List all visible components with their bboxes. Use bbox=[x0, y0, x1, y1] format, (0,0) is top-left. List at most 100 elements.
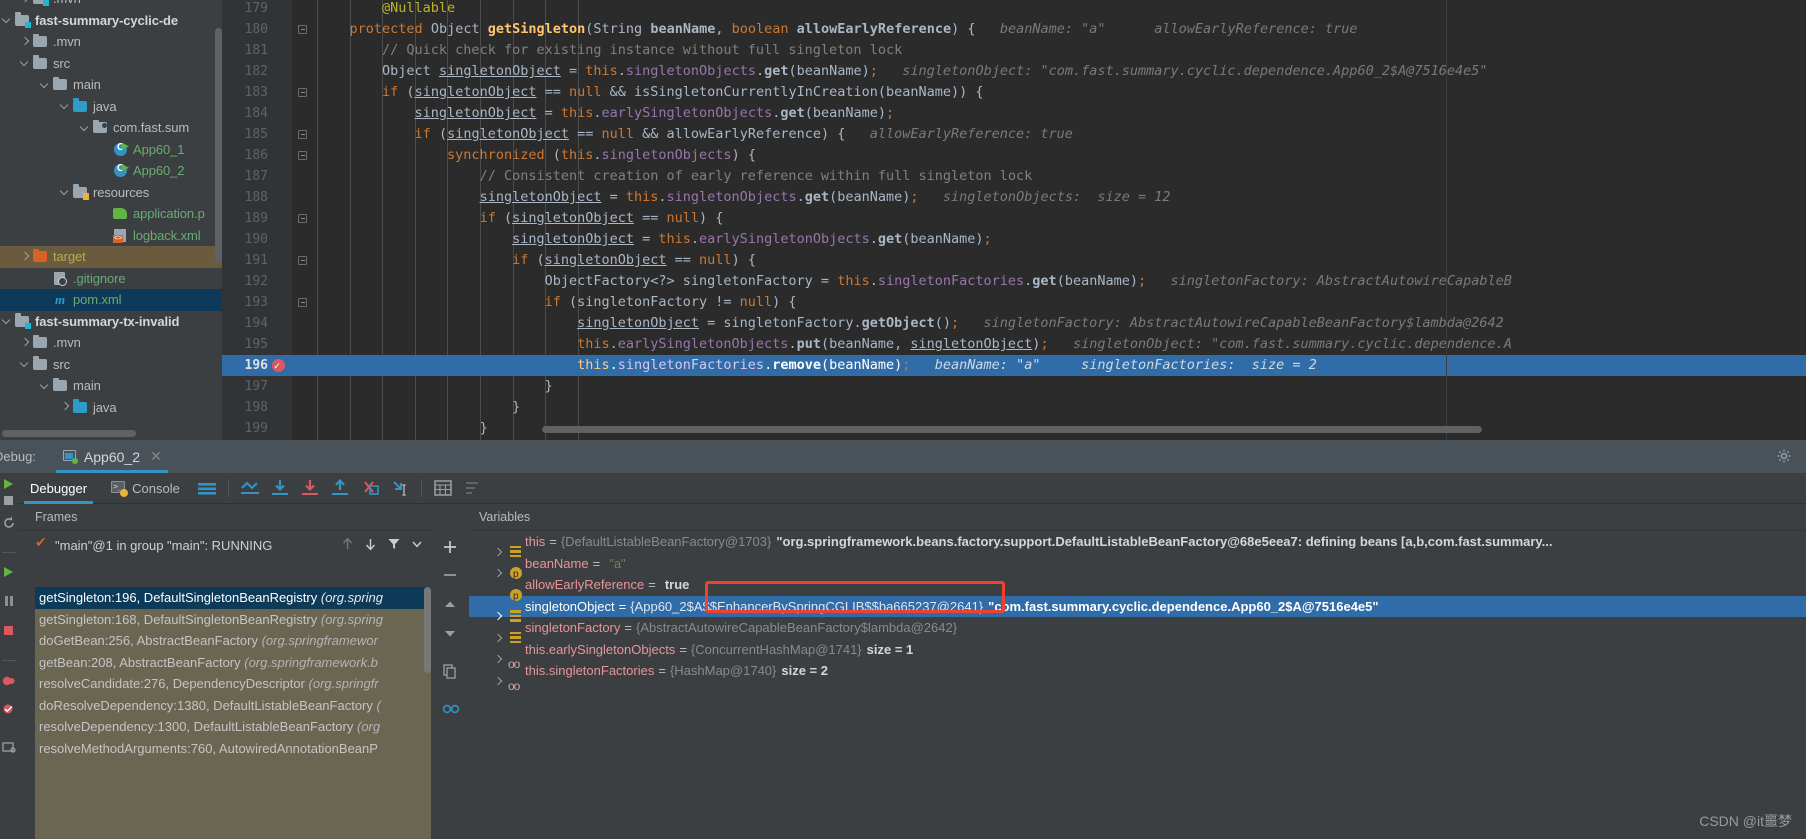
pause-program-icon[interactable] bbox=[1, 593, 17, 609]
frame-row[interactable]: getBean:208, AbstractBeanFactory (org.sp… bbox=[35, 652, 431, 674]
variable-row[interactable]: allowEarlyReference= true bbox=[469, 574, 1806, 607]
gear-icon[interactable] bbox=[1776, 448, 1792, 464]
frame-row[interactable]: resolveDependency:1300, DefaultListableB… bbox=[35, 716, 431, 738]
code-lines[interactable]: 179 @Nullable 180 protected Object getSin… bbox=[222, 0, 1806, 438]
code-line-192[interactable]: 192 ObjectFactory<?> singletonFactory = … bbox=[222, 271, 1806, 292]
move-down-icon[interactable] bbox=[364, 537, 377, 554]
chevron-right-icon[interactable] bbox=[18, 250, 32, 264]
tree-row-src[interactable]: src bbox=[0, 354, 222, 376]
tree-row-app60-1[interactable]: App60_1 bbox=[0, 139, 222, 161]
rerun-icon[interactable] bbox=[1, 477, 17, 493]
chevron-down-icon[interactable] bbox=[38, 78, 52, 92]
step-out-icon[interactable] bbox=[327, 475, 353, 501]
tree-row--mvn[interactable]: .mvn bbox=[0, 31, 222, 53]
code-line-182[interactable]: 182 Object singletonObject = this.single… bbox=[222, 61, 1806, 82]
watch-down-icon[interactable] bbox=[441, 624, 459, 642]
project-tree-horizontal-scrollbar[interactable] bbox=[2, 430, 136, 437]
code-line-180[interactable]: 180 protected Object getSingleton(String… bbox=[222, 19, 1806, 40]
frame-row[interactable]: resolveCandidate:276, DependencyDescript… bbox=[35, 673, 431, 695]
close-icon[interactable]: ✕ bbox=[150, 448, 162, 465]
tree-row-logback-xml[interactable]: logback.xml bbox=[0, 225, 222, 247]
code-line-196[interactable]: 196 this.singletonFactories.remove(beanN… bbox=[222, 355, 1806, 377]
tree-row-resources[interactable]: resources bbox=[0, 182, 222, 204]
step-into-icon[interactable] bbox=[297, 475, 323, 501]
tree-row-src[interactable]: src bbox=[0, 53, 222, 75]
variable-row[interactable]: this = {DefaultListableBeanFactory@1703} "o… bbox=[469, 531, 1806, 558]
frame-row[interactable]: getSingleton:196, DefaultSingletonBeanRe… bbox=[35, 587, 431, 609]
frame-row[interactable]: getSingleton:168, DefaultSingletonBeanRe… bbox=[35, 609, 431, 631]
code-line-197[interactable]: 197 } bbox=[222, 376, 1806, 397]
tree-row--gitignore[interactable]: .gitignore bbox=[0, 268, 222, 290]
variables-toolbar-column[interactable] bbox=[431, 504, 469, 839]
code-line-184[interactable]: 184 singletonObject = this.earlySingleto… bbox=[222, 103, 1806, 124]
chevron-right-icon[interactable] bbox=[18, 0, 32, 6]
fold-marker-icon[interactable] bbox=[298, 214, 307, 223]
variable-row[interactable]: oo this.earlySingletonObjects = {Concurrent… bbox=[469, 639, 1806, 672]
debug-run-controls-rail[interactable] bbox=[0, 473, 18, 839]
tree-row-app60-2[interactable]: App60_2 bbox=[0, 160, 222, 182]
fold-marker-icon[interactable] bbox=[298, 130, 307, 139]
tree-row-pom-xml[interactable]: m pom.xml bbox=[0, 289, 222, 311]
tree-row-application-p[interactable]: application.p bbox=[0, 203, 222, 225]
tab-debugger[interactable]: Debugger bbox=[18, 473, 99, 504]
copy-value-icon[interactable] bbox=[441, 662, 459, 680]
move-up-icon[interactable] bbox=[341, 537, 354, 554]
tree-row--mvn[interactable]: .mvn bbox=[0, 0, 222, 10]
fold-marker-icon[interactable] bbox=[298, 256, 307, 265]
fold-marker-icon[interactable] bbox=[298, 25, 307, 34]
code-line-179[interactable]: 179 @Nullable bbox=[222, 0, 1806, 19]
step-over-icon[interactable] bbox=[267, 475, 293, 501]
settings-rail-icon[interactable] bbox=[1, 739, 17, 755]
chevron-down-icon[interactable] bbox=[0, 13, 14, 27]
frame-row[interactable]: doGetBean:256, AbstractBeanFactory (org.… bbox=[35, 630, 431, 652]
frames-thread-tools[interactable] bbox=[341, 531, 423, 559]
chevron-right-icon[interactable] bbox=[58, 400, 72, 414]
code-line-195[interactable]: 195 this.earlySingletonObjects.put(beanN… bbox=[222, 334, 1806, 355]
fold-marker-icon[interactable] bbox=[298, 298, 307, 307]
tree-row-fast-summary-cyclic-de[interactable]: fast-summary-cyclic-de bbox=[0, 10, 222, 32]
tree-row-main[interactable]: main bbox=[0, 375, 222, 397]
frames-list[interactable]: getSingleton:196, DefaultSingletonBeanRe… bbox=[35, 587, 431, 839]
code-line-186[interactable]: 186 synchronized (this.singletonObjects)… bbox=[222, 145, 1806, 166]
code-line-185[interactable]: 185 if (singletonObject == null && allow… bbox=[222, 124, 1806, 145]
chevron-down-icon[interactable] bbox=[58, 99, 72, 113]
mute-breakpoints-icon[interactable] bbox=[1, 701, 17, 717]
variable-row[interactable]: beanName= "a" bbox=[469, 553, 1806, 586]
code-line-191[interactable]: 191 if (singletonObject == null) { bbox=[222, 250, 1806, 271]
tree-row-target[interactable]: target bbox=[0, 246, 222, 268]
drop-frame-icon[interactable] bbox=[357, 475, 383, 501]
code-line-190[interactable]: 190 singletonObject = this.earlySingleto… bbox=[222, 229, 1806, 250]
code-line-194[interactable]: 194 singletonObject = singletonFactory.g… bbox=[222, 313, 1806, 334]
evaluate-expression-icon[interactable] bbox=[430, 475, 456, 501]
variable-row[interactable]: oo this.singletonFactories = {HashMap@1740}… bbox=[469, 660, 1806, 693]
editor-horizontal-scrollbar[interactable] bbox=[542, 426, 1482, 433]
add-watch-icon[interactable] bbox=[441, 538, 459, 556]
tree-row-java[interactable]: java bbox=[0, 397, 222, 419]
code-line-189[interactable]: 189 if (singletonObject == null) { bbox=[222, 208, 1806, 229]
tab-console[interactable]: >_ Console bbox=[99, 473, 192, 504]
tree-row-fast-summary-tx-invalid[interactable]: fast-summary-tx-invalid bbox=[0, 311, 222, 333]
chevron-down-icon[interactable] bbox=[18, 357, 32, 371]
code-line-183[interactable]: 183 if (singletonObject == null && isSin… bbox=[222, 82, 1806, 103]
frames-thread-row[interactable]: "main"@1 in group "main": RUNNING bbox=[18, 531, 431, 559]
code-line-187[interactable]: 187 // Consistent creation of early refe… bbox=[222, 166, 1806, 187]
chevron-down-icon[interactable] bbox=[58, 185, 72, 199]
chevron-right-icon[interactable] bbox=[18, 35, 32, 49]
tree-row--mvn[interactable]: .mvn bbox=[0, 332, 222, 354]
variables-list[interactable]: this = {DefaultListableBeanFactory@1703} "o… bbox=[469, 531, 1806, 839]
tree-row-main[interactable]: main bbox=[0, 74, 222, 96]
code-editor[interactable]: 179 @Nullable 180 protected Object getSin… bbox=[222, 0, 1806, 440]
breakpoint-icon[interactable] bbox=[272, 356, 285, 377]
remove-watch-icon[interactable] bbox=[441, 566, 459, 584]
fold-marker-icon[interactable] bbox=[298, 151, 307, 160]
chevron-right-icon[interactable] bbox=[18, 336, 32, 350]
debug-session-tab-app60-2[interactable]: App60_2 ✕ bbox=[55, 440, 168, 473]
show-execution-point-icon[interactable] bbox=[237, 475, 263, 501]
run-to-cursor-icon[interactable] bbox=[387, 475, 413, 501]
code-line-198[interactable]: 198 } bbox=[222, 397, 1806, 418]
code-line-188[interactable]: 188 singletonObject = this.singletonObje… bbox=[222, 187, 1806, 208]
filter-icon[interactable] bbox=[387, 537, 401, 554]
view-breakpoints-icon[interactable] bbox=[1, 673, 17, 689]
variable-row[interactable]: singletonObject = {App60_2$A$$EnhancerBySp… bbox=[469, 595, 1806, 622]
frame-row[interactable]: doResolveDependency:1380, DefaultListabl… bbox=[35, 695, 431, 717]
